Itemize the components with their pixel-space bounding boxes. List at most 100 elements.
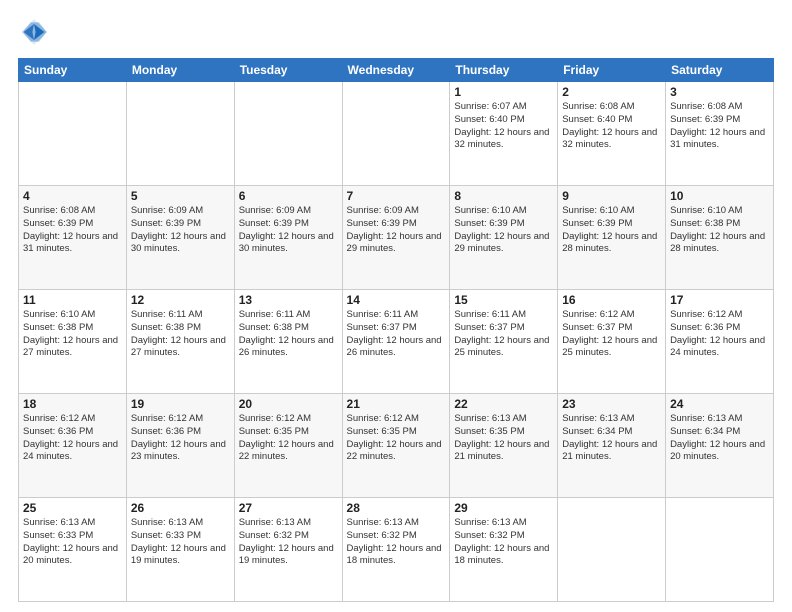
calendar-cell: 21Sunrise: 6:12 AM Sunset: 6:35 PM Dayli… bbox=[342, 394, 450, 498]
calendar-week-row: 11 Sunrise: 6:10 AM Sunset: 6:38 PM Dayli… bbox=[19, 290, 774, 394]
day-info: Sunrise: 6:08 AM Sunset: 6:40 PM Dayligh… bbox=[562, 101, 661, 152]
day-info: Sunrise: 6:12 AM Sunset: 6:37 PM Dayligh… bbox=[562, 309, 661, 360]
calendar-cell: 17 Sunrise: 6:12 AM Sunset: 6:36 PM Dayli… bbox=[666, 290, 774, 394]
day-number: 2 bbox=[562, 85, 661, 99]
calendar-cell: 20 Sunrise: 6:12 AM Sunset: 6:35 PM Dayli… bbox=[234, 394, 342, 498]
day-number: 24 bbox=[670, 397, 769, 411]
calendar-cell: 24 Sunrise: 6:13 AM Sunset: 6:34 PM Dayli… bbox=[666, 394, 774, 498]
day-number: 27 bbox=[239, 501, 338, 515]
calendar-cell: 16 Sunrise: 6:12 AM Sunset: 6:37 PM Dayli… bbox=[558, 290, 666, 394]
calendar-cell: 5Sunrise: 6:09 AM Sunset: 6:39 PM Daylig… bbox=[126, 186, 234, 290]
calendar-week-row: 18 Sunrise: 6:12 AM Sunset: 6:36 PM Dayli… bbox=[19, 394, 774, 498]
calendar-cell: 29 Sunrise: 6:13 AM Sunset: 6:32 PM Dayli… bbox=[450, 498, 558, 602]
header bbox=[18, 16, 774, 48]
day-info: Sunrise: 6:10 AM Sunset: 6:39 PM Dayligh… bbox=[454, 205, 553, 256]
day-number: 16 bbox=[562, 293, 661, 307]
col-wednesday: Wednesday bbox=[342, 59, 450, 82]
calendar-cell: 12Sunrise: 6:11 AM Sunset: 6:38 PM Dayli… bbox=[126, 290, 234, 394]
calendar-cell: 27Sunrise: 6:13 AM Sunset: 6:32 PM Dayli… bbox=[234, 498, 342, 602]
day-number: 10 bbox=[670, 189, 769, 203]
calendar-cell bbox=[666, 498, 774, 602]
day-info: Sunrise: 6:13 AM Sunset: 6:32 PM Dayligh… bbox=[347, 517, 446, 568]
day-info: Sunrise: 6:11 AM Sunset: 6:38 PM Dayligh… bbox=[239, 309, 338, 360]
calendar-week-row: 25Sunrise: 6:13 AM Sunset: 6:33 PM Dayli… bbox=[19, 498, 774, 602]
day-info: Sunrise: 6:09 AM Sunset: 6:39 PM Dayligh… bbox=[347, 205, 446, 256]
day-info: Sunrise: 6:11 AM Sunset: 6:38 PM Dayligh… bbox=[131, 309, 230, 360]
day-info: Sunrise: 6:13 AM Sunset: 6:34 PM Dayligh… bbox=[670, 413, 769, 464]
day-info: Sunrise: 6:12 AM Sunset: 6:35 PM Dayligh… bbox=[239, 413, 338, 464]
day-info: Sunrise: 6:13 AM Sunset: 6:35 PM Dayligh… bbox=[454, 413, 553, 464]
day-number: 7 bbox=[347, 189, 446, 203]
day-number: 17 bbox=[670, 293, 769, 307]
calendar-cell: 6 Sunrise: 6:09 AM Sunset: 6:39 PM Daylig… bbox=[234, 186, 342, 290]
day-number: 6 bbox=[239, 189, 338, 203]
day-info: Sunrise: 6:09 AM Sunset: 6:39 PM Dayligh… bbox=[131, 205, 230, 256]
day-number: 3 bbox=[670, 85, 769, 99]
calendar-cell: 3 Sunrise: 6:08 AM Sunset: 6:39 PM Daylig… bbox=[666, 82, 774, 186]
calendar-table: Sunday Monday Tuesday Wednesday Thursday… bbox=[18, 58, 774, 602]
calendar-cell: 26 Sunrise: 6:13 AM Sunset: 6:33 PM Dayli… bbox=[126, 498, 234, 602]
calendar-cell: 14 Sunrise: 6:11 AM Sunset: 6:37 PM Dayli… bbox=[342, 290, 450, 394]
col-friday: Friday bbox=[558, 59, 666, 82]
day-info: Sunrise: 6:10 AM Sunset: 6:38 PM Dayligh… bbox=[670, 205, 769, 256]
calendar-cell: 2 Sunrise: 6:08 AM Sunset: 6:40 PM Daylig… bbox=[558, 82, 666, 186]
calendar-cell: 19 Sunrise: 6:12 AM Sunset: 6:36 PM Dayli… bbox=[126, 394, 234, 498]
calendar-cell: 7 Sunrise: 6:09 AM Sunset: 6:39 PM Daylig… bbox=[342, 186, 450, 290]
calendar-cell: 9 Sunrise: 6:10 AM Sunset: 6:39 PM Daylig… bbox=[558, 186, 666, 290]
calendar-cell: 1 Sunrise: 6:07 AM Sunset: 6:40 PM Daylig… bbox=[450, 82, 558, 186]
calendar-cell bbox=[342, 82, 450, 186]
calendar-cell bbox=[19, 82, 127, 186]
day-number: 9 bbox=[562, 189, 661, 203]
day-number: 11 bbox=[23, 293, 122, 307]
day-number: 23 bbox=[562, 397, 661, 411]
day-number: 19 bbox=[131, 397, 230, 411]
day-info: Sunrise: 6:11 AM Sunset: 6:37 PM Dayligh… bbox=[454, 309, 553, 360]
day-number: 28 bbox=[347, 501, 446, 515]
day-info: Sunrise: 6:13 AM Sunset: 6:34 PM Dayligh… bbox=[562, 413, 661, 464]
day-number: 14 bbox=[347, 293, 446, 307]
calendar-cell: 4 Sunrise: 6:08 AM Sunset: 6:39 PM Daylig… bbox=[19, 186, 127, 290]
day-number: 18 bbox=[23, 397, 122, 411]
col-tuesday: Tuesday bbox=[234, 59, 342, 82]
calendar-cell: 28 Sunrise: 6:13 AM Sunset: 6:32 PM Dayli… bbox=[342, 498, 450, 602]
day-number: 8 bbox=[454, 189, 553, 203]
col-thursday: Thursday bbox=[450, 59, 558, 82]
day-info: Sunrise: 6:12 AM Sunset: 6:36 PM Dayligh… bbox=[670, 309, 769, 360]
day-info: Sunrise: 6:08 AM Sunset: 6:39 PM Dayligh… bbox=[23, 205, 122, 256]
day-info: Sunrise: 6:11 AM Sunset: 6:37 PM Dayligh… bbox=[347, 309, 446, 360]
day-info: Sunrise: 6:08 AM Sunset: 6:39 PM Dayligh… bbox=[670, 101, 769, 152]
day-info: Sunrise: 6:13 AM Sunset: 6:32 PM Dayligh… bbox=[454, 517, 553, 568]
day-number: 22 bbox=[454, 397, 553, 411]
calendar-cell: 15 Sunrise: 6:11 AM Sunset: 6:37 PM Dayli… bbox=[450, 290, 558, 394]
day-info: Sunrise: 6:07 AM Sunset: 6:40 PM Dayligh… bbox=[454, 101, 553, 152]
calendar-header-row: Sunday Monday Tuesday Wednesday Thursday… bbox=[19, 59, 774, 82]
calendar-cell bbox=[126, 82, 234, 186]
day-info: Sunrise: 6:13 AM Sunset: 6:33 PM Dayligh… bbox=[131, 517, 230, 568]
calendar-cell: 8 Sunrise: 6:10 AM Sunset: 6:39 PM Daylig… bbox=[450, 186, 558, 290]
day-number: 26 bbox=[131, 501, 230, 515]
day-number: 13 bbox=[239, 293, 338, 307]
day-info: Sunrise: 6:10 AM Sunset: 6:39 PM Dayligh… bbox=[562, 205, 661, 256]
calendar-week-row: 4 Sunrise: 6:08 AM Sunset: 6:39 PM Daylig… bbox=[19, 186, 774, 290]
calendar-cell: 22 Sunrise: 6:13 AM Sunset: 6:35 PM Dayli… bbox=[450, 394, 558, 498]
day-info: Sunrise: 6:12 AM Sunset: 6:36 PM Dayligh… bbox=[131, 413, 230, 464]
calendar-cell: 25Sunrise: 6:13 AM Sunset: 6:33 PM Dayli… bbox=[19, 498, 127, 602]
calendar-cell bbox=[234, 82, 342, 186]
logo bbox=[18, 16, 54, 48]
day-number: 1 bbox=[454, 85, 553, 99]
day-number: 29 bbox=[454, 501, 553, 515]
col-saturday: Saturday bbox=[666, 59, 774, 82]
calendar-cell bbox=[558, 498, 666, 602]
col-sunday: Sunday bbox=[19, 59, 127, 82]
day-number: 20 bbox=[239, 397, 338, 411]
calendar-week-row: 1 Sunrise: 6:07 AM Sunset: 6:40 PM Daylig… bbox=[19, 82, 774, 186]
day-info: Sunrise: 6:13 AM Sunset: 6:33 PM Dayligh… bbox=[23, 517, 122, 568]
day-info: Sunrise: 6:10 AM Sunset: 6:38 PM Dayligh… bbox=[23, 309, 122, 360]
day-info: Sunrise: 6:09 AM Sunset: 6:39 PM Dayligh… bbox=[239, 205, 338, 256]
calendar-cell: 11 Sunrise: 6:10 AM Sunset: 6:38 PM Dayli… bbox=[19, 290, 127, 394]
col-monday: Monday bbox=[126, 59, 234, 82]
day-number: 4 bbox=[23, 189, 122, 203]
page: Sunday Monday Tuesday Wednesday Thursday… bbox=[0, 0, 792, 612]
logo-icon bbox=[18, 16, 50, 48]
day-number: 15 bbox=[454, 293, 553, 307]
